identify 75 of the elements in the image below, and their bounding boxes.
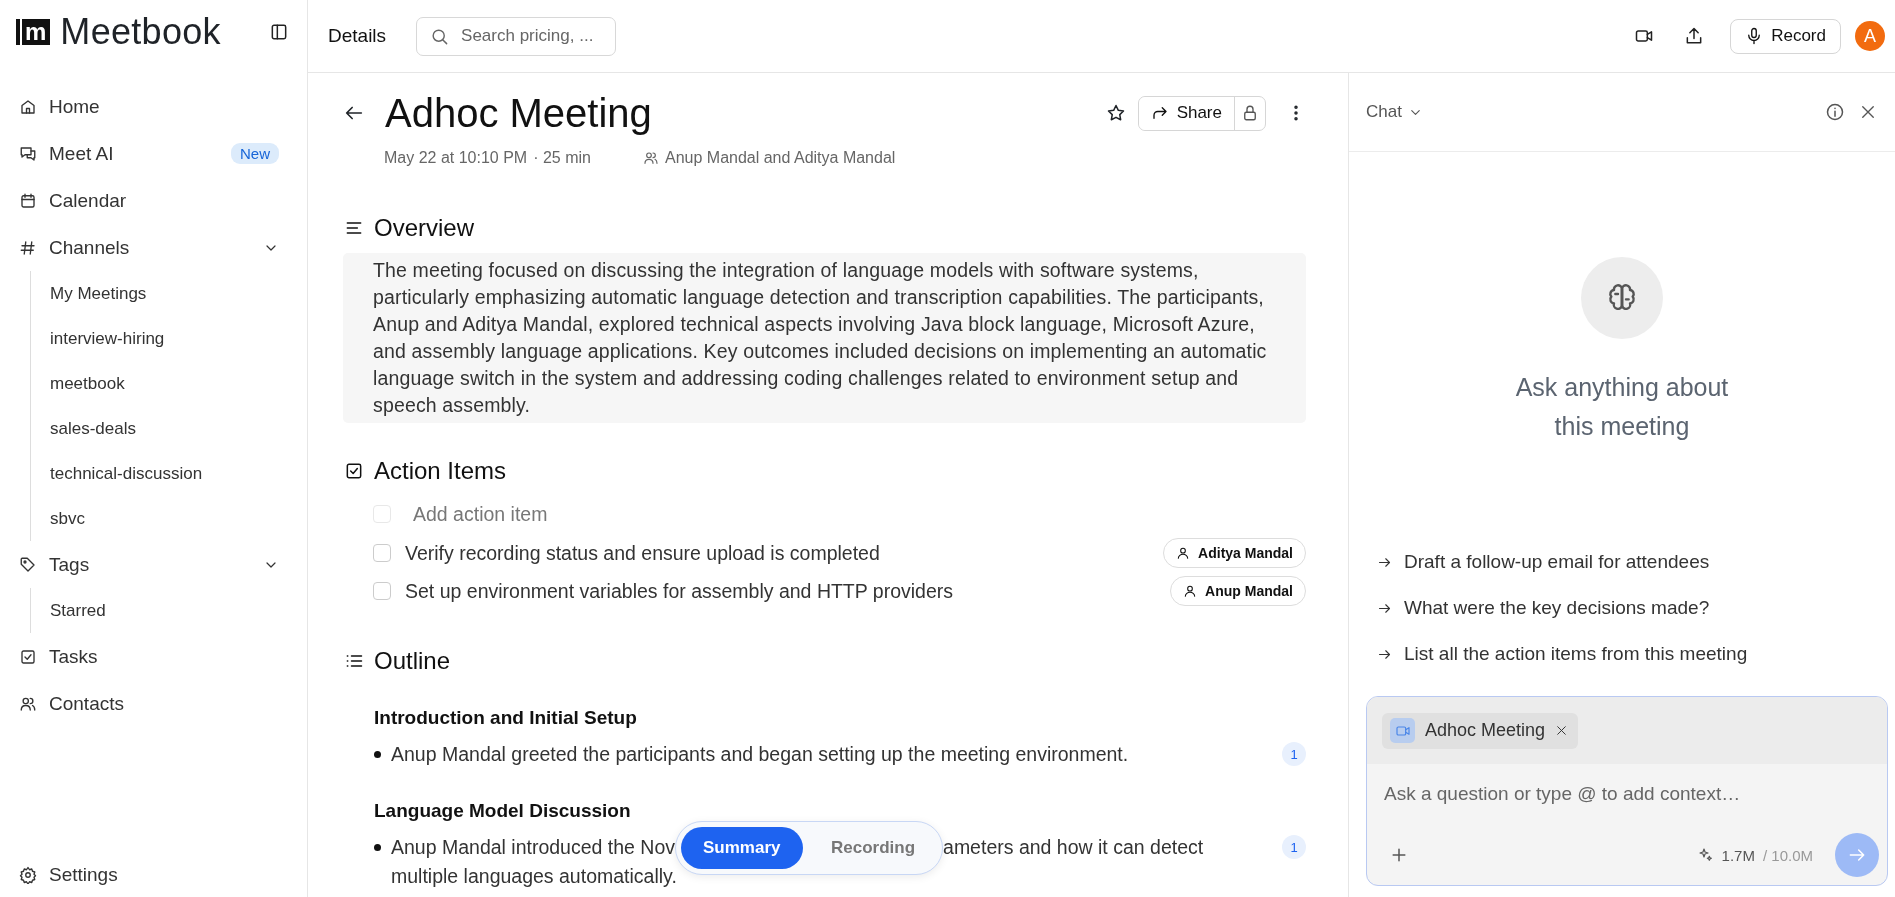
context-chip[interactable]: Adhoc Meeting xyxy=(1382,712,1579,749)
checkbox-icon xyxy=(344,461,364,481)
close-icon[interactable] xyxy=(1859,103,1877,121)
usage-limit: / 10.0M xyxy=(1762,846,1813,864)
channel-item[interactable]: sales-deals xyxy=(31,406,307,451)
action-item-text: Set up environment variables for assembly and HTTP providers xyxy=(405,579,955,603)
page-title: Details xyxy=(328,25,387,47)
view-tab[interactable]: Summary xyxy=(681,826,803,869)
search-icon xyxy=(430,26,450,46)
suggestion-item[interactable]: List all the action items from this meeting xyxy=(1377,631,1895,677)
attendees: Anup Mandal and Aditya Mandal xyxy=(665,149,896,167)
meeting-title: Adhoc Meeting xyxy=(385,90,653,136)
section-heading: Overview xyxy=(374,214,475,242)
topic-title: Introduction and Initial Setup xyxy=(374,706,638,730)
chat-input[interactable]: Ask a question or type @ to add context… xyxy=(1382,778,1872,810)
sidebar-item[interactable]: Meet AI New xyxy=(0,130,307,177)
view-tab[interactable]: Recording xyxy=(808,826,938,869)
sidebar-item[interactable]: Calendar xyxy=(0,177,307,224)
sidebar-item[interactable]: Tags xyxy=(0,541,307,588)
lock-icon xyxy=(1241,104,1259,122)
checkbox-icon xyxy=(19,647,37,666)
sparkle-icon xyxy=(1697,847,1714,863)
action-item-text: Verify recording status and ensure upload is completed xyxy=(405,541,881,565)
sidebar-item[interactable]: Channels xyxy=(0,224,307,271)
brand-name: Meetbook xyxy=(60,11,222,53)
checkbox[interactable] xyxy=(373,582,391,600)
person-icon xyxy=(1183,584,1198,598)
sidebar-item[interactable]: Contacts xyxy=(0,680,307,727)
channel-item[interactable]: meetbook xyxy=(31,361,307,406)
bullet-text: ameters and how it can detect xyxy=(943,835,1204,860)
chat-icon xyxy=(19,144,37,163)
channel-item[interactable]: technical-discussion xyxy=(31,451,307,496)
hash-icon xyxy=(19,238,37,257)
tag-icon xyxy=(19,555,37,574)
sidebar-toggle-icon[interactable] xyxy=(269,22,289,42)
bullet-text: multiple languages automatically. xyxy=(391,865,677,887)
overview-text: The meeting focused on discussing the integration of language models with software systems, particularly emphasizing automatic language detection and transcription capabilities. The participants, Anup and Aditya Mandal, explored technical aspects involving Java block language, Microsoft Azure, and assembly language applications. Key outcomes included decisions on implementing an automatic language switch in the system and addressing coding challenges related to environment setup and speech assembly. xyxy=(343,253,1306,423)
record-button[interactable]: Record xyxy=(1730,18,1841,54)
bullet xyxy=(374,844,381,851)
channel-item[interactable]: My Meetings xyxy=(31,271,307,316)
suggestion-item[interactable]: What were the key decisions made? xyxy=(1377,585,1895,631)
chip-label: Adhoc Meeting xyxy=(1425,720,1546,741)
settings-icon xyxy=(19,866,37,884)
calendar-icon xyxy=(19,191,37,210)
channel-item[interactable]: interview-hiring xyxy=(31,316,307,361)
bullet-text: Anup Mandal introduced the Nov xyxy=(391,835,676,860)
logo-mark: m xyxy=(16,19,51,45)
share-arrow-icon xyxy=(1150,104,1169,122)
star-icon[interactable] xyxy=(1105,103,1126,123)
sidebar-item[interactable]: Home xyxy=(0,83,307,130)
topic-title: Language Model Discussion xyxy=(374,799,632,823)
reference-count[interactable]: 1 xyxy=(1282,742,1306,766)
chat-menu[interactable]: Chat xyxy=(1366,102,1811,122)
info-icon[interactable] xyxy=(1825,102,1845,122)
person-icon xyxy=(1176,546,1191,560)
channel-item[interactable]: sbvc xyxy=(31,496,307,541)
bullet-text: Anup Mandal greeted the participants and began setting up the meeting environment. xyxy=(391,742,1130,767)
meeting-duration: · 25 min xyxy=(533,149,591,167)
section-heading: Outline xyxy=(374,647,451,675)
meeting-date: May 22 at 10:10 PM xyxy=(384,149,528,167)
search-field[interactable]: Search pricing, ... xyxy=(416,16,617,56)
remove-icon[interactable] xyxy=(1555,724,1569,737)
reference-count[interactable]: 1 xyxy=(1282,835,1306,859)
add-action-item[interactable]: Add action item xyxy=(413,502,548,526)
suggestion-item[interactable]: Draft a follow-up email for attendees xyxy=(1377,539,1895,585)
empty-state-prompt: Ask anything about this meeting xyxy=(1514,372,1730,442)
people-icon xyxy=(643,150,659,166)
sidebar-item[interactable]: Tasks xyxy=(0,633,307,680)
checkbox[interactable] xyxy=(373,544,391,562)
sidebar-item[interactable]: Settings xyxy=(0,853,307,897)
new-badge: New xyxy=(231,143,279,164)
channel-item[interactable]: Starred xyxy=(31,588,307,633)
bullet xyxy=(374,751,381,758)
section-heading: Action Items xyxy=(374,457,507,485)
usage-count: 1.7M xyxy=(1721,846,1755,864)
